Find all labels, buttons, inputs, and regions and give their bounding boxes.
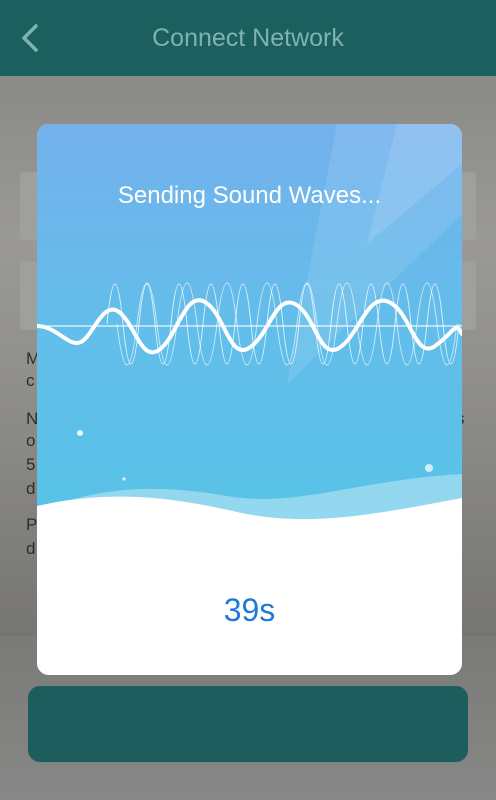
background-text-5: 5 xyxy=(26,455,36,474)
background-text-2: c xyxy=(26,371,35,390)
background-text-7: P xyxy=(26,515,38,534)
app-header: Connect Network xyxy=(0,0,496,76)
screen: Connect Network M c N o 5 d P d s xyxy=(0,0,496,800)
background-text-4: o xyxy=(26,431,36,450)
bubble-dot-2 xyxy=(122,477,126,481)
bubble-dot-1 xyxy=(77,430,83,436)
background-text-8: d xyxy=(26,539,36,558)
sound-wave-dialog: Sending Sound Waves... 39s xyxy=(37,124,462,675)
front-wave-shape xyxy=(37,496,462,675)
page-title: Connect Network xyxy=(152,24,344,52)
dialog-title: Sending Sound Waves... xyxy=(117,182,382,209)
background-action-button xyxy=(28,686,468,762)
bubble-dot-3 xyxy=(425,464,433,472)
background-text-6: d xyxy=(26,479,36,498)
countdown-timer: 39s xyxy=(223,592,276,628)
